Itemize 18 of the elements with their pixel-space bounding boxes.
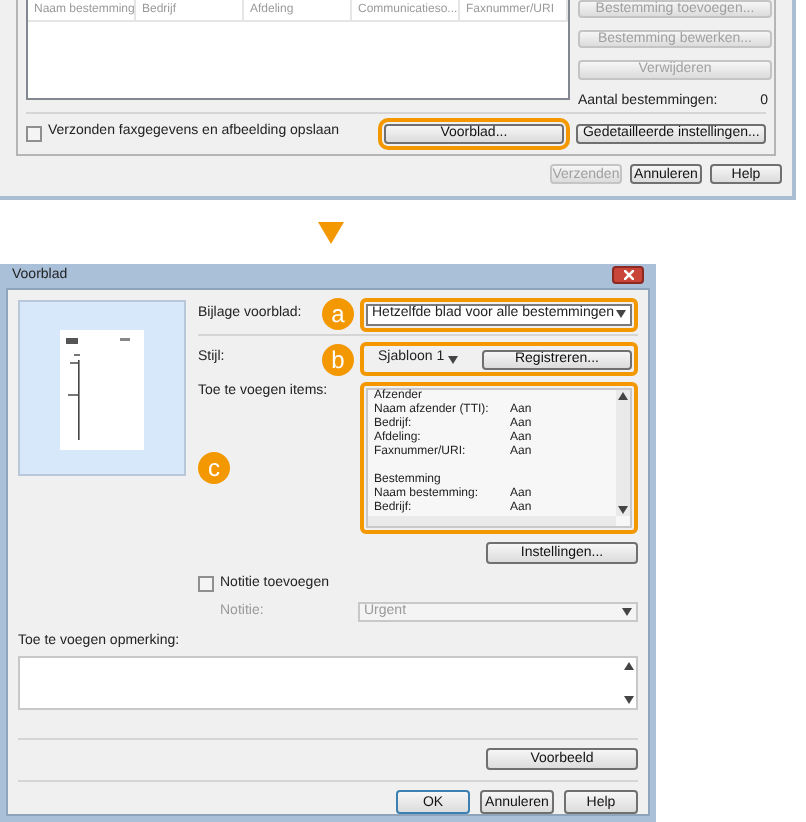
scroll-up-icon[interactable] bbox=[624, 662, 634, 670]
horizontal-scrollbar[interactable] bbox=[368, 515, 616, 525]
down-arrow-icon bbox=[317, 221, 343, 243]
page-preview-drawing bbox=[60, 329, 144, 449]
close-icon bbox=[623, 270, 633, 281]
checkbox[interactable] bbox=[198, 575, 214, 592]
callout-badge: c bbox=[198, 452, 230, 484]
scroll-down-icon[interactable] bbox=[618, 505, 628, 513]
callout-badge: a bbox=[322, 298, 354, 330]
dropdown-arrow-icon[interactable] bbox=[448, 355, 458, 363]
remark-field[interactable] bbox=[18, 656, 638, 710]
scroll-down-icon[interactable] bbox=[624, 696, 634, 704]
vertical-scrollbar[interactable] bbox=[616, 389, 630, 515]
checkbox[interactable] bbox=[26, 125, 42, 141]
callout-badge: b bbox=[322, 343, 354, 375]
close-button[interactable] bbox=[612, 266, 644, 285]
dropdown-arrow-icon[interactable] bbox=[616, 310, 626, 318]
scroll-up-icon[interactable] bbox=[618, 391, 628, 399]
